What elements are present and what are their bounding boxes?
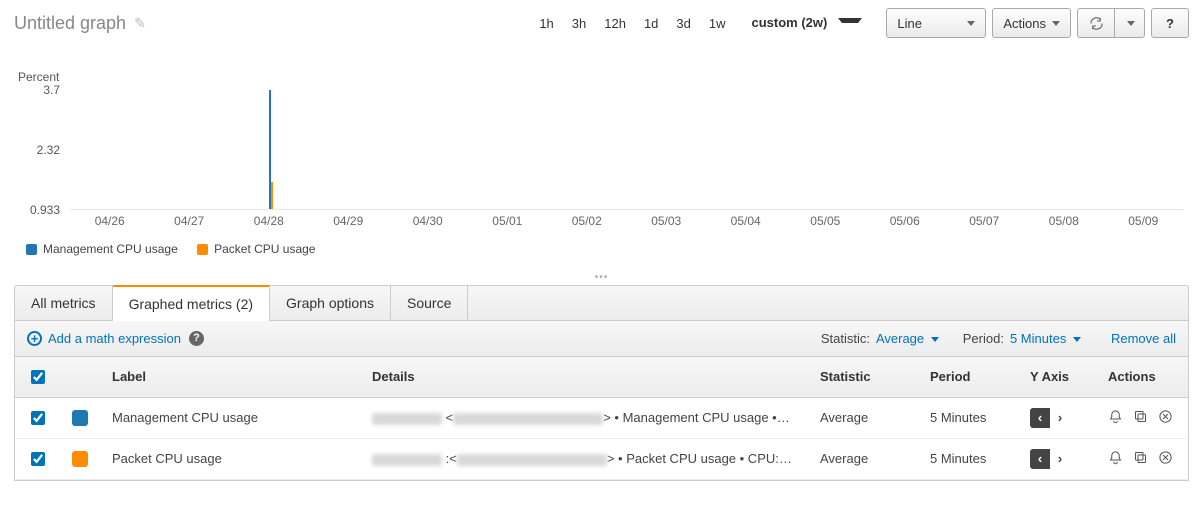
row-statistic[interactable]: Average: [808, 438, 918, 479]
time-1d[interactable]: 1d: [636, 12, 666, 35]
ytick: 0.933: [14, 203, 60, 217]
graph-title[interactable]: Untitled graph: [14, 13, 126, 34]
chart-plot-area[interactable]: 3.7 2.32 0.933: [14, 90, 1189, 210]
chart-container: Percent 3.7 2.32 0.933 04/26 04/27 04/28…: [0, 40, 1203, 268]
series-color-swatch[interactable]: [72, 410, 88, 426]
tab-graphed-metrics[interactable]: Graphed metrics (2): [113, 285, 270, 321]
duplicate-icon[interactable]: [1133, 409, 1148, 427]
refresh-icon: [1089, 16, 1104, 31]
col-yaxis: Y Axis: [1018, 356, 1096, 397]
delete-icon[interactable]: [1158, 450, 1173, 468]
chart-type-select[interactable]: Line: [886, 8, 986, 38]
x-axis: 04/26 04/27 04/28 04/29 04/30 05/01 05/0…: [70, 210, 1183, 234]
statistic-label: Statistic:: [821, 331, 870, 346]
delete-icon[interactable]: [1158, 409, 1173, 427]
plus-icon: +: [27, 331, 42, 346]
yaxis-right[interactable]: ›: [1050, 408, 1070, 428]
tab-graph-options[interactable]: Graph options: [270, 286, 391, 320]
add-math-expression[interactable]: Add a math expression: [48, 331, 181, 346]
alarm-icon[interactable]: [1108, 409, 1123, 427]
xtick: 05/09: [1128, 214, 1158, 228]
edit-title-icon[interactable]: ✎: [134, 15, 146, 32]
row-period[interactable]: 5 Minutes: [918, 438, 1018, 479]
metrics-table: Label Details Statistic Period Y Axis Ac…: [15, 356, 1188, 480]
alarm-icon[interactable]: [1108, 450, 1123, 468]
yaxis-left[interactable]: ‹: [1030, 408, 1050, 428]
series-color-swatch[interactable]: [72, 451, 88, 467]
xtick: 04/30: [413, 214, 443, 228]
ytick: 3.7: [14, 83, 60, 97]
col-actions: Actions: [1096, 356, 1188, 397]
time-custom[interactable]: custom (2w): [736, 11, 871, 34]
row-period[interactable]: 5 Minutes: [918, 397, 1018, 438]
xtick: 04/29: [333, 214, 363, 228]
period-label: Period:: [963, 331, 1004, 346]
time-12h[interactable]: 12h: [596, 12, 634, 35]
tab-all-metrics[interactable]: All metrics: [15, 286, 113, 320]
table-row: Management CPU usage <> • Management CPU…: [15, 397, 1188, 438]
yaxis-left[interactable]: ‹: [1030, 449, 1050, 469]
refresh-dropdown[interactable]: [1115, 8, 1145, 38]
refresh-button[interactable]: [1077, 8, 1115, 38]
xtick: 05/02: [572, 214, 602, 228]
series-spike-packet: [271, 182, 273, 209]
legend-swatch: [26, 244, 37, 255]
legend-item-packet[interactable]: Packet CPU usage: [197, 242, 315, 256]
col-period: Period: [918, 356, 1018, 397]
row-checkbox[interactable]: [31, 411, 45, 425]
row-statistic[interactable]: Average: [808, 397, 918, 438]
xtick: 05/01: [492, 214, 522, 228]
yaxis-right[interactable]: ›: [1050, 449, 1070, 469]
statistic-dropdown[interactable]: Average: [876, 331, 939, 346]
help-icon[interactable]: ?: [189, 331, 204, 346]
ytick: 2.32: [14, 143, 60, 157]
col-details: Details: [360, 356, 808, 397]
xtick: 05/05: [810, 214, 840, 228]
xtick: 05/07: [969, 214, 999, 228]
time-1w[interactable]: 1w: [701, 12, 734, 35]
row-details: <> • Management CPU usage •…: [360, 397, 808, 438]
chart-legend: Management CPU usage Packet CPU usage: [26, 242, 1189, 258]
period-dropdown[interactable]: 5 Minutes: [1010, 331, 1081, 346]
time-range-selector: 1h 3h 12h 1d 3d 1w custom (2w): [531, 11, 870, 34]
xtick: 04/26: [95, 214, 125, 228]
actions-button[interactable]: Actions: [992, 8, 1071, 38]
yaxis-toggle[interactable]: ‹ ›: [1030, 449, 1084, 469]
time-3h[interactable]: 3h: [564, 12, 594, 35]
legend-swatch: [197, 244, 208, 255]
select-all-checkbox[interactable]: [31, 370, 45, 384]
xtick: 05/03: [651, 214, 681, 228]
tab-source[interactable]: Source: [391, 286, 468, 320]
row-details: :<> • Packet CPU usage • CPU:…: [360, 438, 808, 479]
col-label: Label: [100, 356, 360, 397]
y-axis-title: Percent: [18, 70, 1189, 84]
help-button[interactable]: ?: [1151, 8, 1189, 38]
row-label[interactable]: Packet CPU usage: [100, 438, 360, 479]
time-1h[interactable]: 1h: [531, 12, 561, 35]
tab-bar: All metrics Graphed metrics (2) Graph op…: [14, 285, 1189, 321]
remove-all[interactable]: Remove all: [1111, 331, 1176, 346]
col-statistic: Statistic: [808, 356, 918, 397]
table-row: Packet CPU usage :<> • Packet CPU usage …: [15, 438, 1188, 479]
row-label[interactable]: Management CPU usage: [100, 397, 360, 438]
resize-handle[interactable]: •••: [0, 268, 1203, 285]
xtick: 05/04: [731, 214, 761, 228]
row-checkbox[interactable]: [31, 452, 45, 466]
legend-item-management[interactable]: Management CPU usage: [26, 242, 178, 256]
xtick: 04/28: [254, 214, 284, 228]
yaxis-toggle[interactable]: ‹ ›: [1030, 408, 1084, 428]
xtick: 04/27: [174, 214, 204, 228]
time-3d[interactable]: 3d: [668, 12, 698, 35]
xtick: 05/08: [1049, 214, 1079, 228]
duplicate-icon[interactable]: [1133, 450, 1148, 468]
xtick: 05/06: [890, 214, 920, 228]
